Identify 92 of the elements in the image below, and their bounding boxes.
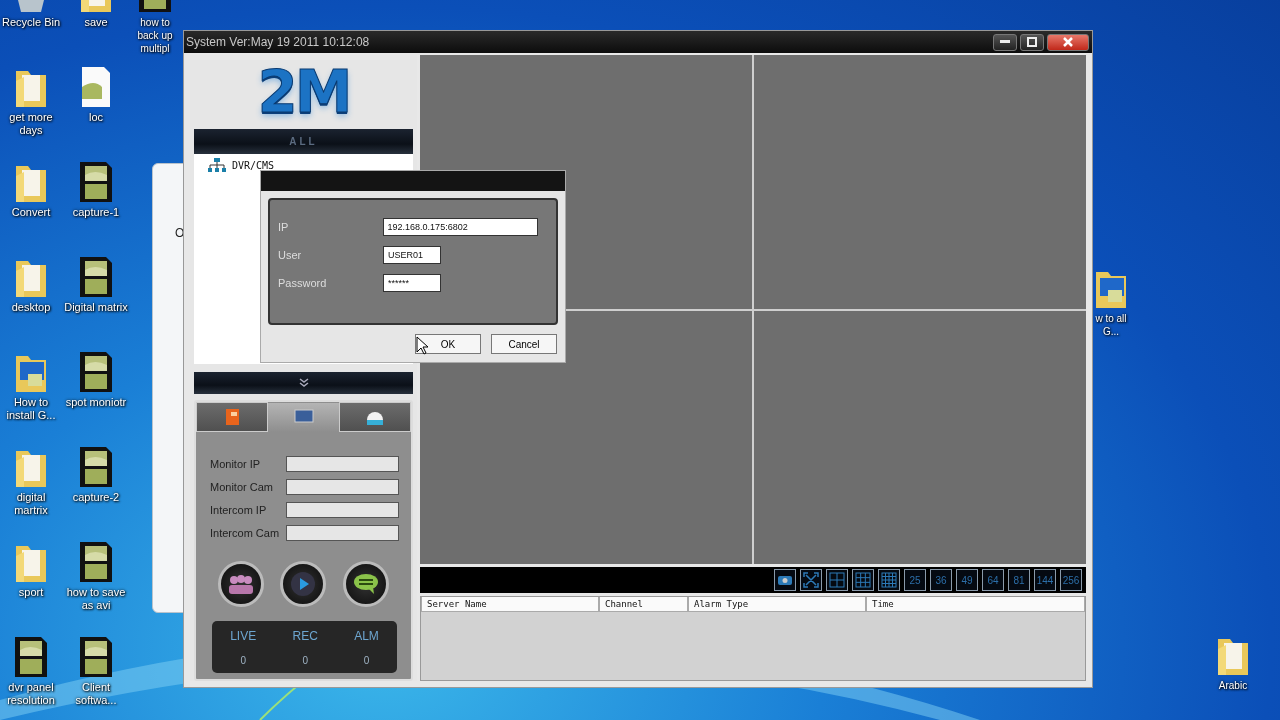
counter-value: 0: [302, 654, 308, 666]
input-field[interactable]: [286, 502, 399, 518]
grid-layout-icon: [881, 572, 897, 588]
icon-label[interactable]: Client softwa...: [62, 681, 130, 707]
icon-label[interactable]: desktop: [0, 301, 62, 314]
icon-label[interactable]: How to install G...: [0, 396, 62, 422]
tree-item[interactable]: DVR/CMS: [232, 159, 275, 171]
video-file-icon: [78, 540, 114, 584]
video-file-icon: [13, 635, 49, 679]
input-field[interactable]: [286, 456, 399, 472]
icon-label[interactable]: digital martrix: [0, 491, 62, 517]
panel-tab[interactable]: [339, 402, 411, 432]
icon-label[interactable]: capture-2: [62, 491, 130, 504]
play-icon: [290, 571, 317, 597]
field-label: Intercom IP: [210, 504, 267, 516]
layout-button[interactable]: 81: [1008, 569, 1030, 591]
counter-value: 0: [240, 654, 246, 666]
column-header[interactable]: Time: [866, 597, 1085, 612]
field-label: IP: [278, 221, 290, 233]
panel-tab[interactable]: [267, 402, 340, 432]
column-header[interactable]: Channel: [599, 597, 688, 612]
ok-button[interactable]: OK: [415, 334, 481, 354]
input-field[interactable]: ******: [383, 274, 441, 292]
book-icon: [223, 408, 240, 426]
video-file-icon: [78, 635, 114, 679]
icon-label[interactable]: Recycle Bin: [0, 16, 62, 29]
layout-button[interactable]: [826, 569, 848, 591]
input-field[interactable]: USER01: [383, 246, 441, 264]
layout-button[interactable]: [878, 569, 900, 591]
video-file-icon: [78, 445, 114, 489]
double-chevron-icon: [297, 378, 310, 388]
close-icon: [1062, 36, 1074, 48]
counter-label: LIVE: [230, 628, 257, 643]
layout-button[interactable]: 144: [1034, 569, 1056, 591]
icon-label[interactable]: how to save as avi: [62, 586, 130, 612]
camera-icon: [777, 574, 793, 586]
layout-button[interactable]: 25: [904, 569, 926, 591]
counter-value: 0: [363, 654, 370, 666]
icon-label[interactable]: w to all G...: [1094, 312, 1128, 338]
restore-button[interactable]: [1020, 33, 1044, 51]
counter-label: ALM: [354, 628, 379, 643]
icon-label[interactable]: Convert: [0, 206, 62, 219]
icon-label[interactable]: how to back up multipl: [130, 16, 180, 55]
layout-button[interactable]: 64: [982, 569, 1004, 591]
chat-icon: [351, 572, 380, 596]
minimize-button[interactable]: [993, 33, 1017, 51]
icon-label[interactable]: spot moniotr: [62, 396, 130, 409]
layout-button[interactable]: 49: [956, 569, 978, 591]
panel-tab[interactable]: [196, 402, 268, 432]
input-field[interactable]: [286, 525, 399, 541]
play-button[interactable]: [280, 561, 327, 607]
column-header[interactable]: Server Name: [421, 597, 599, 612]
logo: 2M: [257, 58, 350, 126]
field-label: User: [278, 249, 303, 261]
group-header[interactable]: ALL: [194, 129, 413, 154]
field-label: Monitor IP: [210, 458, 261, 470]
icon-label[interactable]: Digital matrix: [62, 301, 130, 314]
grid-layout-icon: [829, 572, 845, 588]
snapshot-button[interactable]: [774, 569, 796, 591]
layout-button[interactable]: [852, 569, 874, 591]
field-label: Monitor Cam: [210, 481, 273, 493]
video-file-icon: [78, 350, 114, 394]
video-file-icon: [78, 255, 114, 299]
icon-label[interactable]: loc: [62, 111, 130, 124]
input-field[interactable]: [286, 479, 399, 495]
icon-label[interactable]: get more days: [0, 111, 62, 137]
icon-label[interactable]: Arabic: [1206, 679, 1260, 692]
layout-button[interactable]: 256: [1060, 569, 1082, 591]
input-field[interactable]: 192.168.0.175:6802: [382, 218, 538, 236]
field-label: Password: [278, 277, 328, 289]
document-icon: [80, 65, 112, 109]
group-button[interactable]: [218, 561, 265, 607]
minimize-icon: [1000, 40, 1010, 44]
column-header[interactable]: Alarm Type: [688, 597, 866, 612]
layout-button[interactable]: 36: [930, 569, 952, 591]
fullscreen-button[interactable]: [800, 569, 822, 591]
icon-label[interactable]: sport: [0, 586, 62, 599]
network-icon: [206, 158, 228, 172]
icon-label[interactable]: save: [62, 16, 130, 29]
icon-label[interactable]: dvr panel resolution: [0, 681, 62, 707]
grid-layout-icon: [855, 572, 871, 588]
window-title: System Ver:May 19 2011 10:12:08: [186, 35, 371, 49]
close-button[interactable]: [1047, 33, 1089, 51]
chat-button[interactable]: [342, 561, 389, 607]
cancel-button[interactable]: Cancel: [491, 334, 557, 354]
field-label: Intercom Cam: [210, 527, 280, 539]
icon-label[interactable]: capture-1: [62, 206, 130, 219]
cursor-icon: [416, 336, 428, 356]
restore-icon: [1027, 37, 1037, 47]
fullscreen-icon: [803, 572, 819, 588]
counter-label: REC: [292, 628, 318, 643]
video-file-icon: [78, 160, 114, 204]
